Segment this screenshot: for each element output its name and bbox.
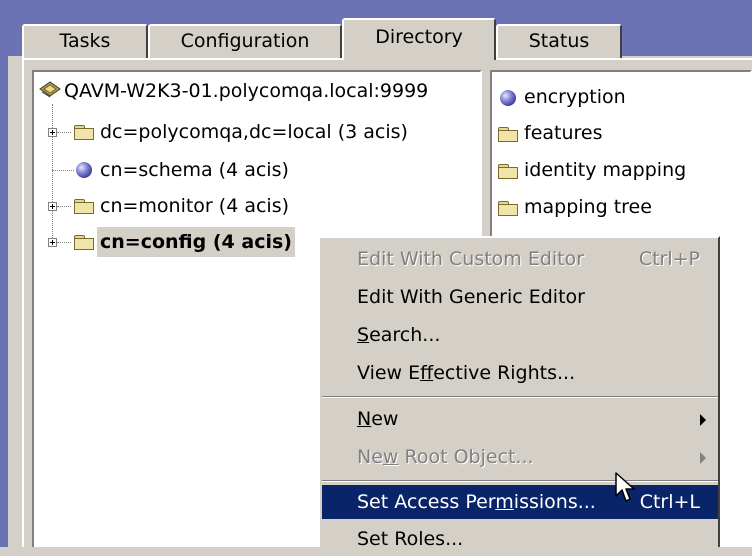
menu-edit-generic-editor[interactable]: Edit With Generic Editor [322, 280, 718, 314]
tab-tasks[interactable]: Tasks [22, 24, 148, 58]
tree-connector [52, 170, 74, 172]
menu-new[interactable]: New [322, 402, 718, 436]
server-icon [39, 81, 61, 98]
menu-edit-custom-editor[interactable]: Edit With Custom Editor Ctrl+P [322, 242, 718, 276]
tree-item-cn-monitor[interactable]: cn=monitor (4 acis) [100, 191, 289, 221]
tree-item-dc-polycomqa[interactable]: dc=polycomqa,dc=local (3 acis) [100, 117, 408, 147]
folder-icon [74, 125, 94, 140]
menu-item-label: Set Access Permissions... [357, 491, 596, 513]
menu-view-effective-rights[interactable]: View Effective Rights... [322, 356, 718, 390]
list-item-mapping-tree[interactable]: mapping tree [524, 192, 652, 222]
menu-item-label: Edit With Generic Editor [357, 286, 585, 308]
tree-connector [57, 242, 71, 244]
submenu-arrow-icon [700, 452, 706, 464]
tree-connector [57, 132, 71, 134]
list-item-identity-mapping[interactable]: identity mapping [524, 155, 686, 185]
expand-icon[interactable] [48, 238, 57, 247]
menu-shortcut: Ctrl+P [638, 248, 700, 270]
menu-search[interactable]: Search... [322, 318, 718, 352]
list-item-encryption[interactable]: encryption [524, 82, 626, 112]
expand-icon[interactable] [48, 128, 57, 137]
menu-item-label: Search... [357, 324, 441, 346]
menu-new-root-object[interactable]: New Root Object... [322, 440, 718, 474]
folder-icon [498, 201, 518, 216]
globe-icon [500, 90, 516, 106]
folder-icon [74, 199, 94, 214]
expand-icon[interactable] [48, 202, 57, 211]
menu-item-label: New Root Object... [357, 446, 534, 468]
globe-icon [76, 162, 92, 178]
folder-icon [498, 164, 518, 179]
menu-item-label: View Effective Rights... [357, 362, 576, 384]
menu-item-label: New [357, 408, 399, 430]
tab-configuration[interactable]: Configuration [148, 24, 342, 58]
tab-status[interactable]: Status [496, 24, 622, 58]
folder-icon [498, 127, 518, 142]
menu-set-roles[interactable]: Set Roles... [322, 522, 718, 556]
tab-directory[interactable]: Directory [342, 18, 496, 60]
tree-item-cn-schema[interactable]: cn=schema (4 acis) [100, 155, 289, 185]
menu-set-access-permissions[interactable]: Set Access Permissions... Ctrl+L [322, 485, 718, 519]
menu-shortcut: Ctrl+L [639, 491, 700, 513]
menu-item-label: Edit With Custom Editor [357, 248, 585, 270]
tree-connector [57, 206, 71, 208]
menu-separator [322, 396, 718, 398]
context-menu[interactable]: Edit With Custom Editor Ctrl+P Edit With… [318, 236, 720, 550]
menu-separator [322, 480, 718, 482]
folder-icon [74, 235, 94, 250]
mouse-pointer-icon [615, 472, 635, 502]
submenu-arrow-icon [700, 414, 706, 426]
tree-connector [52, 104, 54, 244]
window-edge [0, 56, 8, 547]
tree-root[interactable]: QAVM-W2K3-01.polycomqa.local:9999 [64, 76, 428, 106]
list-item-features[interactable]: features [524, 118, 603, 148]
tree-item-cn-config[interactable]: cn=config (4 acis) [97, 227, 295, 257]
